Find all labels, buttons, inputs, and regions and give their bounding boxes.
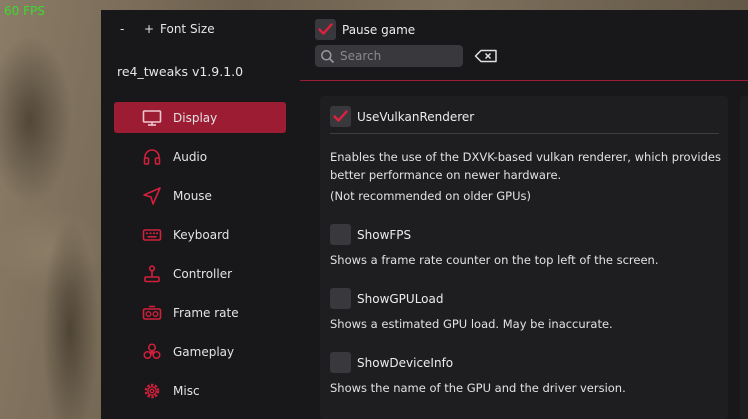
sidebar-item-keyboard[interactable]: Keyboard — [114, 219, 286, 250]
sidebar-item-display[interactable]: Display — [114, 102, 286, 133]
cursor-icon — [140, 184, 164, 208]
sidebar-item-label: Audio — [173, 149, 208, 164]
show-gpu-load-label: ShowGPULoad — [357, 291, 444, 306]
option-show-gpu-load: ShowGPULoad — [330, 288, 443, 309]
sidebar-item-audio[interactable]: Audio — [114, 141, 286, 172]
font-size-label: Font Size — [160, 22, 215, 36]
show-fps-label: ShowFPS — [357, 227, 412, 242]
font-size-control: - + Font Size — [120, 22, 215, 36]
joystick-icon — [140, 262, 164, 286]
sidebar-item-gameplay[interactable]: Gameplay — [114, 336, 286, 367]
sidebar-item-label: Mouse — [173, 188, 212, 203]
sidebar-item-label: Controller — [173, 266, 233, 281]
gear-icon — [140, 379, 164, 403]
speedometer-icon — [140, 301, 164, 325]
sidebar-item-label: Keyboard — [173, 227, 230, 242]
show-fps-description: Shows a frame rate counter on the top le… — [330, 253, 659, 267]
show-gpu-load-description: Shows a estimated GPU load. May be inacc… — [330, 317, 613, 331]
option-use-vulkan-renderer: UseVulkanRenderer — [330, 106, 474, 127]
sidebar-nav: Display Audio Mouse Keyboard Controller … — [114, 102, 286, 414]
biohazard-icon — [140, 340, 164, 364]
sidebar-item-mouse[interactable]: Mouse — [114, 180, 286, 211]
backspace-icon — [474, 49, 497, 63]
sidebar-item-label: Misc — [173, 383, 200, 398]
search-icon — [321, 49, 335, 63]
sidebar-item-label: Display — [173, 110, 218, 125]
font-increase-button[interactable]: + — [144, 22, 160, 36]
tweaks-window: - + Font Size re4_tweaks v1.9.1.0 Displa… — [101, 10, 748, 419]
search-row — [315, 45, 498, 67]
checkmark-icon — [318, 23, 333, 35]
sidebar: - + Font Size re4_tweaks v1.9.1.0 Displa… — [101, 10, 300, 419]
pause-game-checkbox[interactable] — [315, 19, 336, 40]
headphones-icon — [140, 145, 164, 169]
pause-game-label: Pause game — [342, 22, 416, 37]
show-gpu-load-checkbox[interactable] — [330, 288, 351, 309]
use-vulkan-renderer-checkbox[interactable] — [330, 106, 351, 127]
header-divider — [300, 80, 748, 81]
checkmark-icon — [333, 110, 348, 122]
settings-content: Pause game UseVulkanRenderer Enables the… — [300, 10, 748, 419]
use-vulkan-renderer-note: (Not recommended on older GPUs) — [330, 189, 532, 203]
display-options-card: UseVulkanRenderer Enables the use of the… — [320, 96, 728, 419]
sidebar-item-label: Frame rate — [173, 305, 239, 320]
sidebar-item-label: Gameplay — [173, 344, 235, 359]
next-card-edge — [740, 96, 748, 419]
font-decrease-button[interactable]: - — [120, 22, 144, 36]
show-device-info-label: ShowDeviceInfo — [357, 355, 454, 370]
show-device-info-description: Shows the name of the GPU and the driver… — [330, 381, 626, 395]
clear-search-button[interactable] — [474, 48, 498, 64]
search-input[interactable] — [338, 48, 462, 64]
app-version: re4_tweaks v1.9.1.0 — [117, 64, 244, 79]
sidebar-item-controller[interactable]: Controller — [114, 258, 286, 289]
monitor-icon — [140, 106, 164, 130]
sidebar-item-frame-rate[interactable]: Frame rate — [114, 297, 286, 328]
show-device-info-checkbox[interactable] — [330, 352, 351, 373]
keyboard-icon — [140, 223, 164, 247]
show-fps-checkbox[interactable] — [330, 224, 351, 245]
option-show-device-info: ShowDeviceInfo — [330, 352, 453, 373]
option-show-fps: ShowFPS — [330, 224, 411, 245]
use-vulkan-renderer-description: Enables the use of the DXVK-based vulkan… — [330, 150, 721, 182]
use-vulkan-renderer-label: UseVulkanRenderer — [357, 109, 475, 124]
sidebar-item-misc[interactable]: Misc — [114, 375, 286, 406]
option-separator — [330, 133, 719, 134]
pause-game-option: Pause game — [315, 19, 415, 40]
search-box — [315, 45, 463, 67]
fps-counter: 60 FPS — [4, 4, 45, 18]
